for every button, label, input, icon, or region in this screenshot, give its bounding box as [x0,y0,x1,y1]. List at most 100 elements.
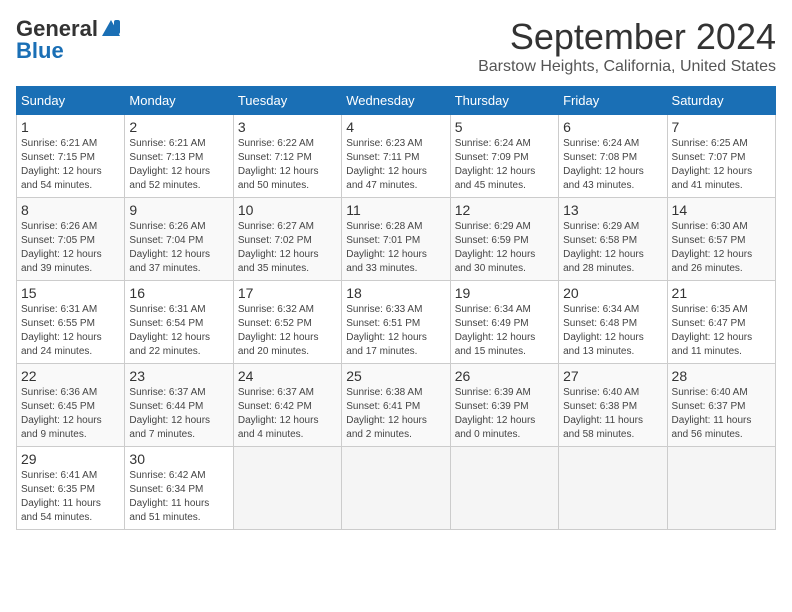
calendar-cell: 18 Sunrise: 6:33 AMSunset: 6:51 PMDaylig… [342,281,450,364]
header-day-saturday: Saturday [667,87,775,115]
day-detail: Sunrise: 6:38 AMSunset: 6:41 PMDaylight:… [346,386,445,442]
day-number: 12 [455,202,554,218]
day-detail: Sunrise: 6:34 AMSunset: 6:49 PMDaylight:… [455,303,554,359]
day-number: 26 [455,368,554,384]
calendar-cell: 19 Sunrise: 6:34 AMSunset: 6:49 PMDaylig… [450,281,558,364]
day-number: 21 [672,285,771,301]
day-number: 27 [563,368,662,384]
day-number: 6 [563,119,662,135]
header-day-wednesday: Wednesday [342,87,450,115]
header-day-tuesday: Tuesday [233,87,341,115]
header-day-thursday: Thursday [450,87,558,115]
day-number: 3 [238,119,337,135]
page-header: General Blue September 2024 Barstow Heig… [16,16,776,76]
calendar-cell: 27 Sunrise: 6:40 AMSunset: 6:38 PMDaylig… [559,364,667,447]
day-number: 28 [672,368,771,384]
day-number: 23 [129,368,228,384]
day-detail: Sunrise: 6:41 AMSunset: 6:35 PMDaylight:… [21,469,120,525]
calendar-cell: 8 Sunrise: 6:26 AMSunset: 7:05 PMDayligh… [17,198,125,281]
day-number: 22 [21,368,120,384]
calendar-cell: 14 Sunrise: 6:30 AMSunset: 6:57 PMDaylig… [667,198,775,281]
week-row-5: 29 Sunrise: 6:41 AMSunset: 6:35 PMDaylig… [17,447,776,530]
day-number: 16 [129,285,228,301]
calendar-cell: 24 Sunrise: 6:37 AMSunset: 6:42 PMDaylig… [233,364,341,447]
day-number: 7 [672,119,771,135]
day-number: 13 [563,202,662,218]
calendar-cell: 10 Sunrise: 6:27 AMSunset: 7:02 PMDaylig… [233,198,341,281]
calendar-cell: 1 Sunrise: 6:21 AMSunset: 7:15 PMDayligh… [17,115,125,198]
calendar-cell: 28 Sunrise: 6:40 AMSunset: 6:37 PMDaylig… [667,364,775,447]
calendar-cell: 5 Sunrise: 6:24 AMSunset: 7:09 PMDayligh… [450,115,558,198]
day-number: 4 [346,119,445,135]
day-detail: Sunrise: 6:27 AMSunset: 7:02 PMDaylight:… [238,220,337,276]
header-day-monday: Monday [125,87,233,115]
calendar-cell [233,447,341,530]
day-number: 11 [346,202,445,218]
header-day-friday: Friday [559,87,667,115]
calendar-cell: 6 Sunrise: 6:24 AMSunset: 7:08 PMDayligh… [559,115,667,198]
day-number: 9 [129,202,228,218]
day-number: 20 [563,285,662,301]
day-number: 15 [21,285,120,301]
calendar-cell: 29 Sunrise: 6:41 AMSunset: 6:35 PMDaylig… [17,447,125,530]
day-number: 19 [455,285,554,301]
month-title: September 2024 [478,16,776,58]
calendar-body: 1 Sunrise: 6:21 AMSunset: 7:15 PMDayligh… [17,115,776,530]
calendar-cell: 21 Sunrise: 6:35 AMSunset: 6:47 PMDaylig… [667,281,775,364]
calendar-cell: 4 Sunrise: 6:23 AMSunset: 7:11 PMDayligh… [342,115,450,198]
calendar-cell [559,447,667,530]
week-row-4: 22 Sunrise: 6:36 AMSunset: 6:45 PMDaylig… [17,364,776,447]
day-detail: Sunrise: 6:28 AMSunset: 7:01 PMDaylight:… [346,220,445,276]
day-detail: Sunrise: 6:37 AMSunset: 6:42 PMDaylight:… [238,386,337,442]
logo-blue-text: Blue [16,38,64,64]
day-detail: Sunrise: 6:42 AMSunset: 6:34 PMDaylight:… [129,469,228,525]
day-detail: Sunrise: 6:37 AMSunset: 6:44 PMDaylight:… [129,386,228,442]
logo-icon [100,18,122,40]
day-detail: Sunrise: 6:25 AMSunset: 7:07 PMDaylight:… [672,137,771,193]
day-detail: Sunrise: 6:40 AMSunset: 6:38 PMDaylight:… [563,386,662,442]
calendar-cell: 7 Sunrise: 6:25 AMSunset: 7:07 PMDayligh… [667,115,775,198]
day-number: 10 [238,202,337,218]
day-detail: Sunrise: 6:21 AMSunset: 7:13 PMDaylight:… [129,137,228,193]
day-number: 1 [21,119,120,135]
day-detail: Sunrise: 6:26 AMSunset: 7:04 PMDaylight:… [129,220,228,276]
calendar-cell: 16 Sunrise: 6:31 AMSunset: 6:54 PMDaylig… [125,281,233,364]
day-detail: Sunrise: 6:24 AMSunset: 7:08 PMDaylight:… [563,137,662,193]
day-detail: Sunrise: 6:40 AMSunset: 6:37 PMDaylight:… [672,386,771,442]
calendar-cell: 9 Sunrise: 6:26 AMSunset: 7:04 PMDayligh… [125,198,233,281]
calendar-cell: 11 Sunrise: 6:28 AMSunset: 7:01 PMDaylig… [342,198,450,281]
header-day-sunday: Sunday [17,87,125,115]
day-number: 8 [21,202,120,218]
week-row-2: 8 Sunrise: 6:26 AMSunset: 7:05 PMDayligh… [17,198,776,281]
day-detail: Sunrise: 6:31 AMSunset: 6:55 PMDaylight:… [21,303,120,359]
day-number: 30 [129,451,228,467]
calendar-cell: 26 Sunrise: 6:39 AMSunset: 6:39 PMDaylig… [450,364,558,447]
day-detail: Sunrise: 6:22 AMSunset: 7:12 PMDaylight:… [238,137,337,193]
calendar-table: SundayMondayTuesdayWednesdayThursdayFrid… [16,86,776,530]
day-number: 18 [346,285,445,301]
day-detail: Sunrise: 6:21 AMSunset: 7:15 PMDaylight:… [21,137,120,193]
day-detail: Sunrise: 6:32 AMSunset: 6:52 PMDaylight:… [238,303,337,359]
day-detail: Sunrise: 6:39 AMSunset: 6:39 PMDaylight:… [455,386,554,442]
day-number: 2 [129,119,228,135]
day-detail: Sunrise: 6:33 AMSunset: 6:51 PMDaylight:… [346,303,445,359]
calendar-cell: 23 Sunrise: 6:37 AMSunset: 6:44 PMDaylig… [125,364,233,447]
day-number: 24 [238,368,337,384]
location-subtitle: Barstow Heights, California, United Stat… [478,58,776,76]
calendar-cell [342,447,450,530]
calendar-cell: 3 Sunrise: 6:22 AMSunset: 7:12 PMDayligh… [233,115,341,198]
calendar-header: SundayMondayTuesdayWednesdayThursdayFrid… [17,87,776,115]
week-row-1: 1 Sunrise: 6:21 AMSunset: 7:15 PMDayligh… [17,115,776,198]
calendar-cell: 17 Sunrise: 6:32 AMSunset: 6:52 PMDaylig… [233,281,341,364]
day-detail: Sunrise: 6:29 AMSunset: 6:58 PMDaylight:… [563,220,662,276]
calendar-cell: 2 Sunrise: 6:21 AMSunset: 7:13 PMDayligh… [125,115,233,198]
calendar-cell: 22 Sunrise: 6:36 AMSunset: 6:45 PMDaylig… [17,364,125,447]
day-detail: Sunrise: 6:31 AMSunset: 6:54 PMDaylight:… [129,303,228,359]
calendar-cell: 12 Sunrise: 6:29 AMSunset: 6:59 PMDaylig… [450,198,558,281]
day-detail: Sunrise: 6:36 AMSunset: 6:45 PMDaylight:… [21,386,120,442]
calendar-cell: 13 Sunrise: 6:29 AMSunset: 6:58 PMDaylig… [559,198,667,281]
day-number: 25 [346,368,445,384]
calendar-cell: 20 Sunrise: 6:34 AMSunset: 6:48 PMDaylig… [559,281,667,364]
day-number: 14 [672,202,771,218]
day-detail: Sunrise: 6:24 AMSunset: 7:09 PMDaylight:… [455,137,554,193]
